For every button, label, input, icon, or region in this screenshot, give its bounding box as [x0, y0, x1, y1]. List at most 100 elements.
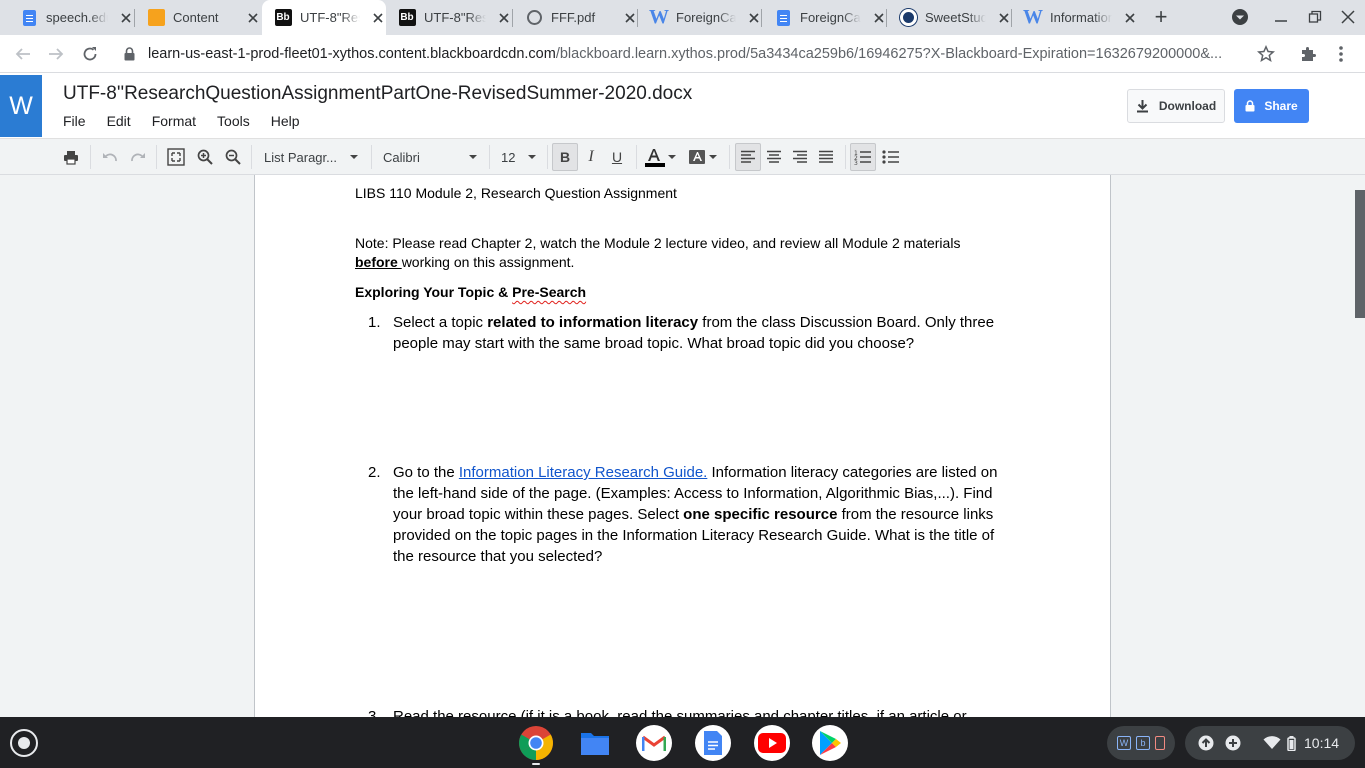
reload-icon[interactable] — [76, 40, 104, 68]
font-family-dropdown[interactable]: Calibri — [383, 143, 477, 171]
tab-fff-pdf[interactable]: FFF.pdf — [513, 0, 638, 35]
close-icon[interactable] — [746, 10, 762, 26]
format-toolbar: List Paragr... Calibri 12 B I U 123 — [0, 138, 1365, 175]
tab-title: FFF.pdf — [551, 10, 596, 25]
close-icon[interactable] — [622, 10, 638, 26]
youtube-icon[interactable] — [754, 725, 790, 761]
tab-utf8-research[interactable]: Bb UTF-8"Research — [386, 0, 513, 35]
font-color-button[interactable] — [642, 143, 678, 171]
tab-title: UTF-8"Research — [424, 10, 486, 25]
bold-button[interactable]: B — [552, 143, 578, 171]
close-icon[interactable] — [118, 10, 134, 26]
align-left-icon[interactable] — [735, 143, 761, 171]
more-menu-icon[interactable] — [1327, 40, 1355, 68]
font-color-icon — [644, 147, 666, 167]
paragraph-style-dropdown[interactable]: List Paragr... — [264, 143, 364, 171]
close-icon[interactable] — [245, 10, 261, 26]
minimize-icon[interactable] — [1268, 4, 1294, 30]
tab-foreigncar-word[interactable]: W ForeignCar — [638, 0, 762, 35]
download-label: Download — [1158, 99, 1217, 113]
doc-header-line: LIBS 110 Module 2, Research Question Ass… — [355, 185, 677, 201]
close-icon[interactable] — [996, 10, 1012, 26]
underline-button[interactable]: U — [604, 143, 630, 171]
tab-utf8-research-active[interactable]: Bb UTF-8"Research — [262, 0, 386, 35]
zoom-out-icon[interactable] — [220, 143, 246, 171]
google-docs-icon — [20, 9, 38, 27]
align-center-icon[interactable] — [761, 143, 787, 171]
lock-icon — [1245, 100, 1255, 112]
chevron-down-icon — [668, 155, 676, 159]
upload-icon — [1198, 735, 1214, 751]
clock: 10:14 — [1304, 735, 1340, 751]
address-bar[interactable]: learn-us-east-1-prod-fleet01-xythos.cont… — [114, 39, 1289, 69]
document-page[interactable]: LIBS 110 Module 2, Research Question Ass… — [254, 175, 1111, 717]
menu-edit[interactable]: Edit — [96, 111, 141, 131]
blackboard-icon: b — [1136, 736, 1150, 750]
os-shelf: W b 10:14 — [0, 717, 1365, 768]
gmail-icon[interactable] — [636, 725, 672, 761]
italic-button[interactable]: I — [578, 143, 604, 171]
before-emphasis: before — [355, 254, 402, 270]
document-title: UTF-8''ResearchQuestionAssignmentPartOne… — [63, 83, 693, 104]
undo-icon[interactable] — [97, 143, 123, 171]
chrome-icon[interactable] — [518, 725, 554, 761]
tab-sweetstudy[interactable]: SweetStudy — [887, 0, 1012, 35]
highlight-color-button[interactable] — [684, 143, 720, 171]
extensions-puzzle-icon[interactable] — [1294, 40, 1322, 68]
back-arrow-icon[interactable] — [9, 40, 37, 68]
files-icon[interactable] — [577, 725, 613, 761]
restore-icon[interactable] — [1302, 4, 1328, 30]
zoom-in-icon[interactable] — [192, 143, 218, 171]
print-icon[interactable] — [58, 143, 84, 171]
play-store-icon[interactable] — [812, 725, 848, 761]
tab-title: ForeignCar — [676, 10, 736, 25]
redo-icon[interactable] — [125, 143, 151, 171]
lock-icon[interactable] — [124, 47, 138, 61]
ime-tray[interactable]: W b — [1107, 726, 1175, 760]
bookmark-star-icon[interactable] — [1252, 40, 1280, 68]
wifi-icon — [1263, 736, 1281, 750]
google-docs-icon[interactable] — [695, 725, 731, 761]
tab-title: Content — [173, 10, 219, 25]
list-number: 1. — [368, 314, 381, 331]
section-heading-text: Exploring Your Topic & — [355, 284, 513, 300]
close-icon[interactable] — [871, 10, 887, 26]
forward-arrow-icon[interactable] — [42, 40, 70, 68]
running-indicator — [532, 763, 540, 765]
close-icon[interactable] — [496, 10, 512, 26]
download-icon — [1136, 99, 1149, 113]
scrollbar-thumb[interactable] — [1355, 190, 1365, 318]
tab-search-icon[interactable] — [1227, 4, 1253, 30]
close-icon[interactable] — [1122, 10, 1138, 26]
close-icon[interactable] — [370, 10, 386, 26]
globe-icon — [525, 9, 543, 27]
menu-format[interactable]: Format — [141, 111, 206, 131]
numbered-list-icon[interactable]: 123 — [850, 143, 876, 171]
tab-speech[interactable]: speech.edu — [8, 0, 135, 35]
menu-tools[interactable]: Tools — [206, 111, 260, 131]
tab-title: ForeignCar — [800, 10, 861, 25]
font-size-dropdown[interactable]: 12 — [501, 143, 537, 171]
menu-help[interactable]: Help — [260, 111, 310, 131]
tab-information[interactable]: W Information — [1012, 0, 1138, 35]
research-guide-link[interactable]: Information Literacy Research Guide. — [459, 464, 707, 481]
new-tab-button[interactable]: + — [1150, 4, 1172, 29]
share-label: Share — [1264, 99, 1298, 113]
align-right-icon[interactable] — [787, 143, 813, 171]
document-canvas[interactable]: LIBS 110 Module 2, Research Question Ass… — [0, 175, 1365, 717]
status-tray[interactable]: 10:14 — [1185, 726, 1355, 760]
battery-icon — [1287, 735, 1296, 751]
share-button[interactable]: Share — [1234, 89, 1309, 123]
url-host: learn-us-east-1-prod-fleet01-xythos.cont… — [148, 46, 556, 62]
align-justify-icon[interactable] — [813, 143, 839, 171]
launcher-icon[interactable] — [10, 729, 38, 757]
list-item-text: Select a topic related to information li… — [393, 314, 995, 352]
download-button[interactable]: Download — [1127, 89, 1225, 123]
tab-foreigncar-docs[interactable]: ForeignCar — [762, 0, 887, 35]
bulleted-list-icon[interactable] — [878, 143, 904, 171]
fit-page-icon[interactable] — [163, 143, 189, 171]
close-window-icon[interactable] — [1335, 4, 1361, 30]
tab-content[interactable]: Content — [135, 0, 262, 35]
word-icon: W — [1117, 736, 1131, 750]
menu-file[interactable]: File — [52, 111, 96, 131]
